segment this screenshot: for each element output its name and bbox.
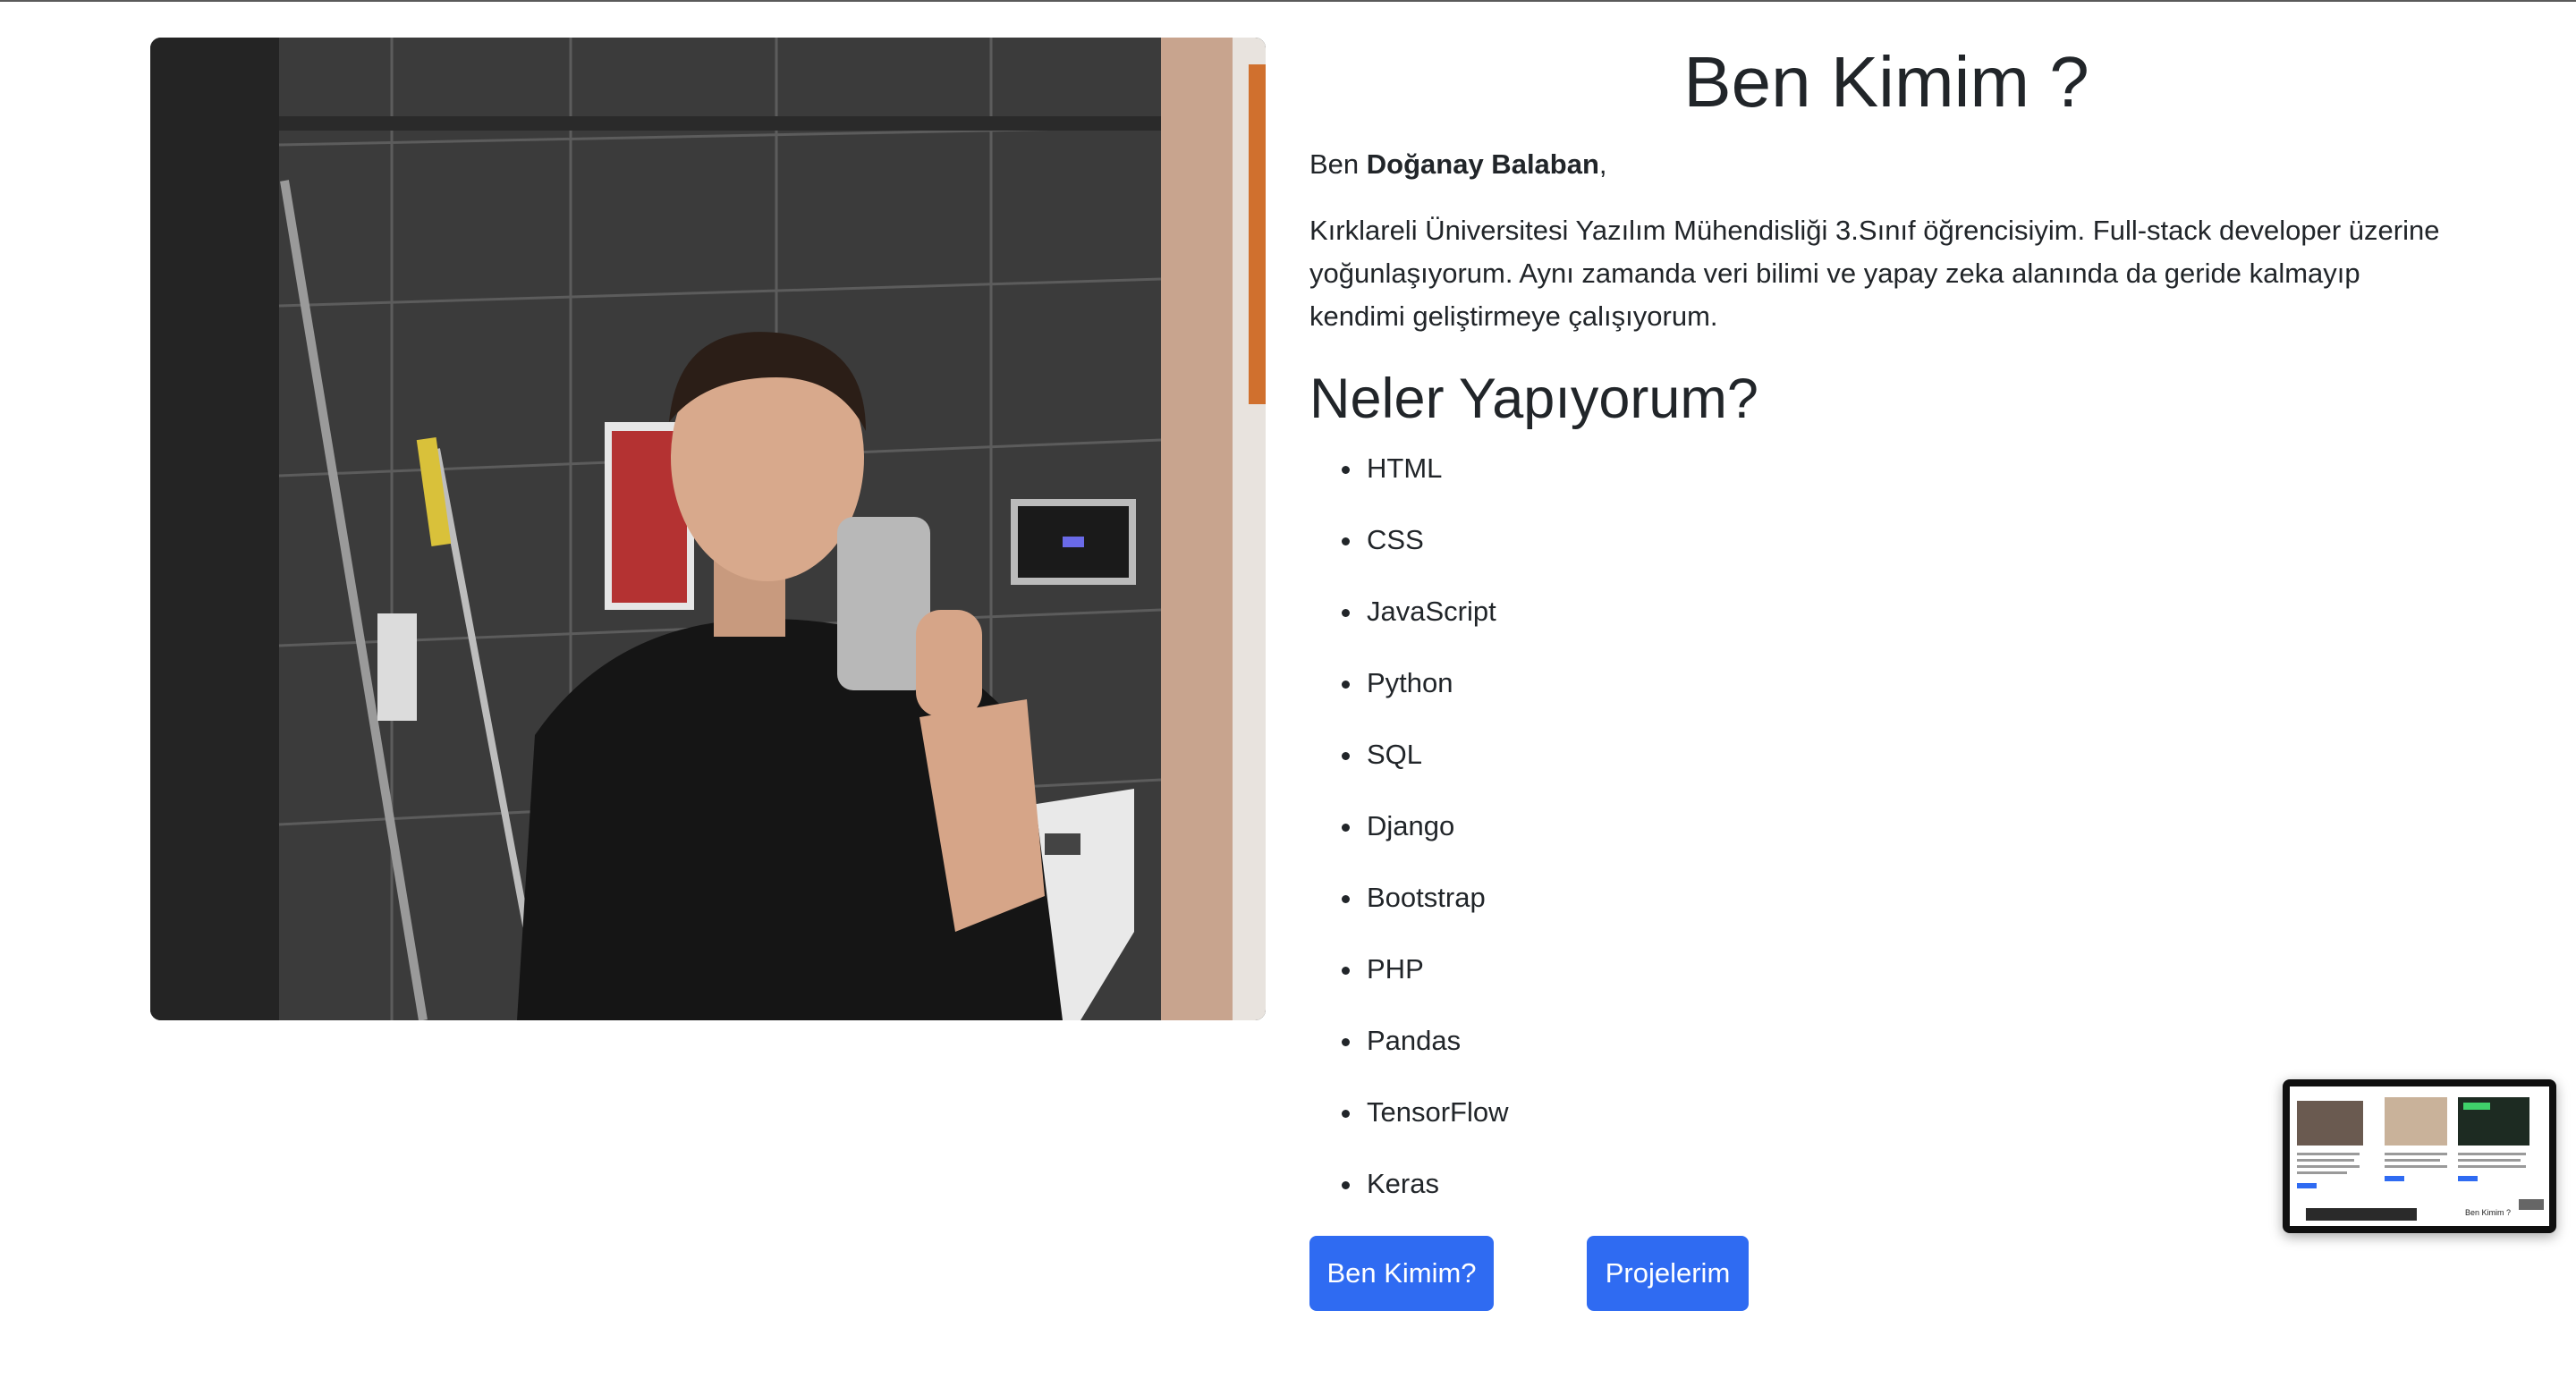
intro-suffix: , [1598, 148, 1607, 180]
skill-item: CSS [1342, 519, 2463, 562]
about-section: Ben Kimim ? Ben Doğanay Balaban, Kırklar… [1309, 38, 2463, 1234]
skill-item: JavaScript [1342, 590, 2463, 633]
skills-heading: Neler Yapıyorum? [1309, 368, 1758, 430]
skill-item: PHP [1342, 948, 2463, 991]
skill-item: SQL [1342, 733, 2463, 776]
thumbnail-caption: Ben Kimim ? [2465, 1208, 2512, 1217]
thumbnail-preview: Ben Kimim ? [2290, 1086, 2549, 1226]
about-button[interactable]: Ben Kimim? [1309, 1236, 1494, 1311]
skill-item: Pandas [1342, 1019, 2463, 1062]
page-title: Ben Kimim ? [1683, 42, 2089, 122]
top-divider [0, 0, 2576, 2]
skill-item: HTML [1342, 447, 2463, 490]
skill-item: Django [1342, 805, 2463, 848]
skill-item: Python [1342, 662, 2463, 705]
intro-line: Ben Doğanay Balaban, [1309, 143, 2463, 186]
projects-button[interactable]: Projelerim [1587, 1236, 1749, 1311]
intro-prefix: Ben [1309, 148, 1367, 180]
screenshot-thumbnail[interactable]: Ben Kimim ? [2283, 1079, 2556, 1233]
bio-paragraph: Kırklareli Üniversitesi Yazılım Mühendis… [1309, 215, 2440, 332]
skill-item: Bootstrap [1342, 876, 2463, 919]
author-name: Doğanay Balaban [1366, 148, 1599, 180]
profile-photo [150, 38, 1266, 1020]
